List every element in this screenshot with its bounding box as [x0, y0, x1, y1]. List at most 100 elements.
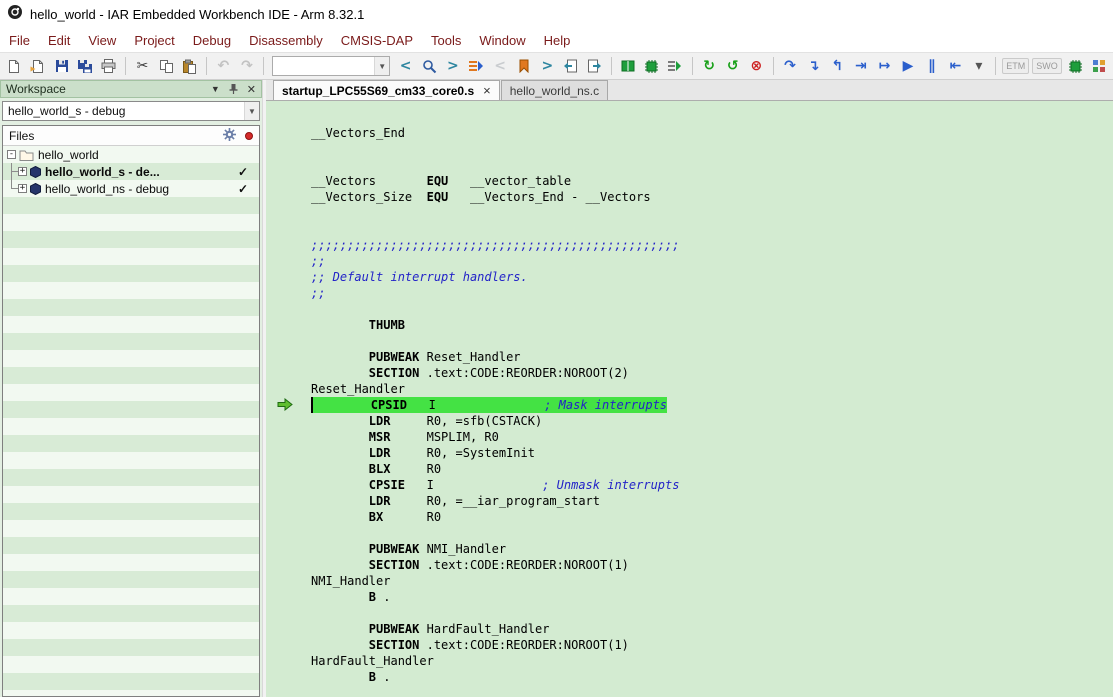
menu-file[interactable]: File [0, 30, 39, 51]
code-line[interactable] [311, 605, 1113, 621]
code-line[interactable] [311, 157, 1113, 173]
step-out-button[interactable]: ↰ [826, 55, 849, 78]
code-line[interactable]: PUBWEAK HardFault_Handler [311, 621, 1113, 637]
code-line[interactable] [311, 141, 1113, 157]
close-tab-icon[interactable]: × [483, 86, 491, 96]
app-icon[interactable] [7, 4, 23, 25]
code-line[interactable]: __Vectors_Size EQU __Vectors_End - __Vec… [311, 189, 1113, 205]
code-line[interactable]: PUBWEAK Reset_Handler [311, 349, 1113, 365]
expand-icon[interactable]: + [18, 167, 27, 176]
code-line[interactable]: SECTION .text:CODE:REORDER:NOROOT(2) [311, 365, 1113, 381]
download-and-debug-button[interactable] [641, 55, 664, 78]
paste-button[interactable] [178, 55, 201, 78]
code-line[interactable]: B . [311, 589, 1113, 605]
code-line[interactable]: BX R0 [311, 509, 1113, 525]
print-button[interactable] [98, 55, 121, 78]
navigate-back-button[interactable]: < [394, 55, 417, 78]
code-line[interactable]: SECTION .text:CODE:REORDER:NOROOT(1) [311, 637, 1113, 653]
menu-help[interactable]: Help [535, 30, 580, 51]
reset-button[interactable]: ↻ [698, 55, 721, 78]
code-line[interactable]: BLX R0 [311, 461, 1113, 477]
menu-tools[interactable]: Tools [422, 30, 470, 51]
menu-debug[interactable]: Debug [184, 30, 240, 51]
chevron-down-icon[interactable]: ▼ [374, 57, 389, 75]
step-into-button[interactable]: ↴ [802, 55, 825, 78]
chevron-down-icon[interactable]: ▼ [244, 102, 259, 120]
save-all-button[interactable] [74, 55, 97, 78]
run-to-cursor-button[interactable]: ↦ [873, 55, 896, 78]
expand-icon[interactable]: + [18, 184, 27, 193]
editor-tab-0[interactable]: startup_LPC55S69_cm33_core0.s× [273, 80, 500, 100]
memory-window-button[interactable] [1087, 55, 1110, 78]
editor-tab-1[interactable]: hello_world_ns.c [501, 80, 608, 100]
pause-button[interactable]: ∥ [920, 55, 943, 78]
menu-project[interactable]: Project [125, 30, 183, 51]
code-line[interactable]: B . [311, 669, 1113, 685]
make-button[interactable] [617, 55, 640, 78]
code-line[interactable]: PUBWEAK NMI_Handler [311, 541, 1113, 557]
tree-item-hello-world-s-debug[interactable]: +hello_world_s - de...✓ [3, 163, 259, 180]
code-line[interactable]: ;; [311, 253, 1113, 269]
previous-function-button[interactable] [560, 55, 583, 78]
stop-debugging-button[interactable]: ⊗ [745, 55, 768, 78]
gear-icon[interactable] [223, 128, 236, 144]
code-line[interactable] [311, 205, 1113, 221]
previous-bookmark-button[interactable]: < [489, 55, 512, 78]
tree-item-hello-world-ns-debug[interactable]: +hello_world_ns - debug✓ [3, 180, 259, 197]
code-line[interactable]: LDR R0, =SystemInit [311, 445, 1113, 461]
find-combobox[interactable]: ▼ [272, 56, 390, 76]
break-button[interactable]: ↺ [721, 55, 744, 78]
code-editor[interactable]: __Vectors_End __Vectors EQU __vector_tabl… [266, 101, 1113, 697]
code-line[interactable] [311, 301, 1113, 317]
code-line[interactable]: __Vectors_End [311, 125, 1113, 141]
menu-view[interactable]: View [79, 30, 125, 51]
chevron-down-icon[interactable]: ▼ [211, 84, 220, 94]
step-over-button[interactable]: ↷ [779, 55, 802, 78]
code-line[interactable]: NMI_Handler [311, 573, 1113, 589]
menu-disassembly[interactable]: Disassembly [240, 30, 332, 51]
code-line[interactable]: CPSIE I ; Unmask interrupts [311, 477, 1113, 493]
close-icon[interactable]: ✕ [247, 83, 256, 96]
menu-window[interactable]: Window [470, 30, 534, 51]
save-button[interactable] [50, 55, 73, 78]
code-line[interactable]: ;; [311, 285, 1113, 301]
code-line[interactable]: HardFault_Handler [311, 653, 1113, 669]
code-line[interactable] [311, 525, 1113, 541]
trace-source-button[interactable] [465, 55, 488, 78]
debug-without-downloading-button[interactable] [664, 55, 687, 78]
toolbar-overflow-button[interactable]: ▾ [968, 55, 991, 78]
next-bookmark-button[interactable]: > [536, 55, 559, 78]
build-config-selector[interactable]: hello_world_s - debug ▼ [2, 101, 260, 121]
menu-edit[interactable]: Edit [39, 30, 79, 51]
new-document-button[interactable] [3, 55, 26, 78]
code-line[interactable]: MSR MSPLIM, R0 [311, 429, 1113, 445]
code-line[interactable]: THUMB [311, 317, 1113, 333]
cut-button[interactable]: ✂ [131, 55, 154, 78]
copy-button[interactable] [155, 55, 178, 78]
swo-button[interactable]: SWO [1032, 58, 1062, 74]
find-button[interactable] [418, 55, 441, 78]
go-button[interactable]: ▶ [897, 55, 920, 78]
code-line[interactable]: LDR R0, =sfb(CSTACK) [311, 413, 1113, 429]
redo-button[interactable]: ↷ [236, 55, 259, 78]
target-chip-button[interactable] [1064, 55, 1087, 78]
etm-button[interactable]: ETM [1002, 58, 1029, 74]
code-line[interactable]: SECTION .text:CODE:REORDER:NOROOT(1) [311, 557, 1113, 573]
code-line[interactable]: __Vectors EQU __vector_table [311, 173, 1113, 189]
code-line[interactable]: LDR R0, =__iar_program_start [311, 493, 1113, 509]
open-document-button[interactable] [27, 55, 50, 78]
pin-icon[interactable] [228, 83, 239, 95]
collapse-icon[interactable]: - [7, 150, 16, 159]
reset-target-button[interactable]: ⇤ [944, 55, 967, 78]
navigate-forward-button[interactable]: > [442, 55, 465, 78]
code-line[interactable] [311, 333, 1113, 349]
toggle-bookmark-button[interactable] [512, 55, 535, 78]
next-function-button[interactable] [583, 55, 606, 78]
next-statement-button[interactable]: ⇥ [850, 55, 873, 78]
code-line[interactable]: ;;;;;;;;;;;;;;;;;;;;;;;;;;;;;;;;;;;;;;;;… [311, 237, 1113, 253]
code-line[interactable]: Reset_Handler [311, 381, 1113, 397]
menu-cmsis-dap[interactable]: CMSIS-DAP [332, 30, 422, 51]
code-line[interactable] [311, 221, 1113, 237]
code-line[interactable]: ;; Default interrupt handlers. [311, 269, 1113, 285]
code-line[interactable]: CPSID I ; Mask interrupts [311, 397, 1113, 413]
